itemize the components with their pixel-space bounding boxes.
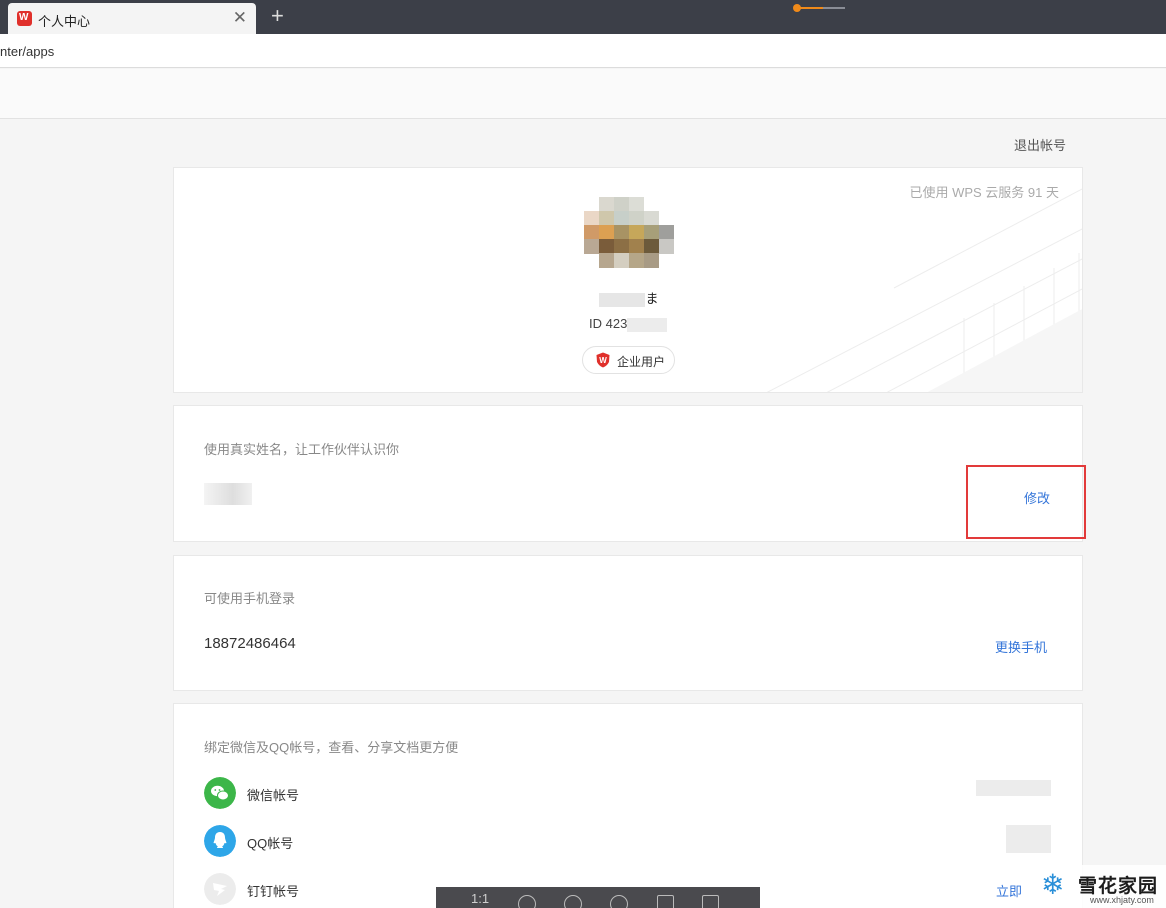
qq-account-row: QQ帐号 xyxy=(204,825,1064,857)
user-id-blur xyxy=(627,317,668,332)
dingtalk-account-label: 钉钉帐号 xyxy=(247,884,300,899)
watermark-url: www.xhjaty.com xyxy=(1090,895,1154,905)
wps-logo-icon xyxy=(17,11,32,26)
phone-number: 18872486464 xyxy=(204,635,296,652)
dingtalk-icon xyxy=(204,873,236,905)
new-tab-button[interactable]: + xyxy=(271,3,284,29)
actual-size-button[interactable]: 1:1 xyxy=(471,891,489,906)
image-viewer-toolbar: 1:1 xyxy=(436,887,760,908)
address-bar[interactable]: nter/apps xyxy=(0,34,1166,68)
close-tab-icon[interactable]: ✕ xyxy=(233,8,247,28)
wps-shield-icon: W xyxy=(596,352,610,368)
enterprise-user-badge: W 企业用户 xyxy=(582,346,675,374)
fit-window-icon[interactable] xyxy=(657,895,674,908)
site-watermark: ❄ 雪花家园 www.xhjaty.com xyxy=(1038,865,1166,908)
top-slider[interactable] xyxy=(793,4,845,12)
username-blur xyxy=(599,292,646,307)
wechat-account-blur xyxy=(976,780,1051,796)
address-url[interactable]: nter/apps xyxy=(0,44,54,59)
avatar[interactable] xyxy=(584,197,674,272)
real-name-title: 使用真实姓名，让工作伙伴认识你 xyxy=(204,442,400,457)
change-phone-link[interactable]: 更换手机 xyxy=(995,637,1047,656)
building-background-graphic xyxy=(766,188,1082,392)
badge-label: 企业用户 xyxy=(617,355,666,369)
wechat-icon xyxy=(204,777,236,809)
snowflake-logo-icon: ❄ xyxy=(1041,869,1065,900)
svg-text:W: W xyxy=(599,356,607,365)
user-id-text: ID 423 xyxy=(589,316,628,331)
logout-link[interactable]: 退出帐号 xyxy=(1014,135,1066,154)
bind-accounts-card: 绑定微信及QQ帐号，查看、分享文档更方便 微信帐号 QQ帐号 钉钉帐号 立即 xyxy=(173,703,1083,908)
browser-tab-strip: 个人中心 ✕ + xyxy=(0,0,1166,34)
zoom-out-icon[interactable] xyxy=(564,895,582,908)
tab-title: 个人中心 xyxy=(38,14,91,29)
phone-card: 可使用手机登录 18872486464 更换手机 xyxy=(173,555,1083,691)
highlight-annotation-box xyxy=(966,465,1086,539)
user-id: ID 423 xyxy=(589,316,668,332)
profile-card: 已使用 WPS 云服务 91 天 ま ID 423 W 企业用户 xyxy=(173,167,1083,393)
username: ま xyxy=(174,288,1082,307)
qq-account-blur xyxy=(1006,825,1051,853)
wechat-account-label: 微信帐号 xyxy=(247,788,300,803)
bind-dingtalk-link[interactable]: 立即 xyxy=(996,881,1022,900)
save-icon[interactable] xyxy=(702,895,719,908)
wechat-account-row: 微信帐号 xyxy=(204,777,1064,809)
watermark-title: 雪花家园 xyxy=(1078,876,1159,897)
zoom-in-icon[interactable] xyxy=(518,895,536,908)
real-name-card: 使用真实姓名，让工作伙伴认识你 修改 xyxy=(173,405,1083,542)
page-toolbar xyxy=(0,69,1166,119)
bind-title: 绑定微信及QQ帐号，查看、分享文档更方便 xyxy=(204,740,459,755)
rotate-icon[interactable] xyxy=(610,895,628,908)
qq-icon xyxy=(204,825,236,857)
slider-knob[interactable] xyxy=(793,4,801,12)
browser-tab-personal-center[interactable]: 个人中心 ✕ xyxy=(8,3,256,34)
phone-title: 可使用手机登录 xyxy=(204,591,296,606)
username-suffix: ま xyxy=(645,291,659,306)
cloud-service-days: 已使用 WPS 云服务 91 天 xyxy=(909,185,1059,200)
qq-account-label: QQ帐号 xyxy=(247,836,294,851)
real-name-value-blur xyxy=(204,483,252,505)
